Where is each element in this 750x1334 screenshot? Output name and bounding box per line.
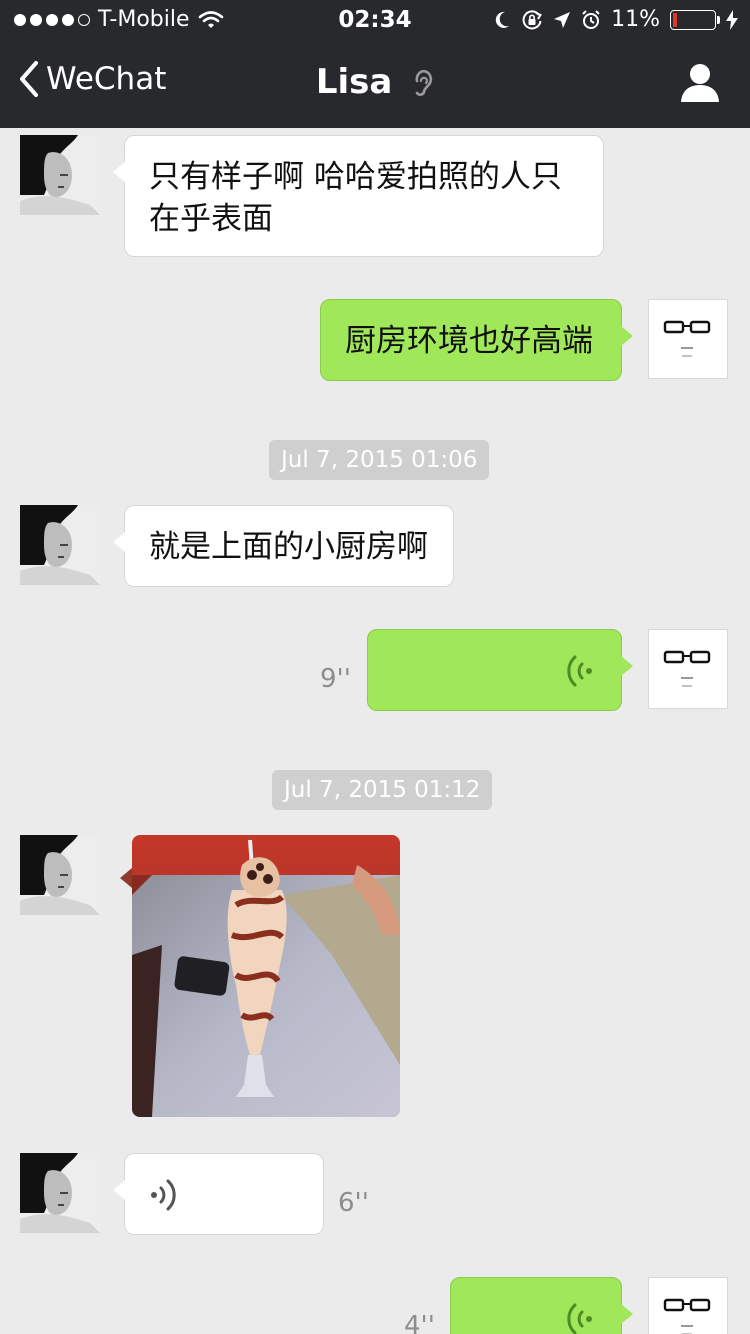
avatar-lisa[interactable] bbox=[20, 505, 100, 585]
voice-wave-icon bbox=[567, 1303, 592, 1334]
battery-indicator bbox=[670, 9, 720, 30]
timestamp-label: Jul 7, 2015 01:12 bbox=[272, 770, 493, 810]
avatar-me[interactable] bbox=[648, 299, 728, 379]
avatar-lisa[interactable] bbox=[20, 135, 100, 215]
message-bubble-incoming[interactable]: 只有样子啊 哈哈爱拍照的人只 在乎表面 bbox=[113, 135, 604, 257]
message-bubble-incoming[interactable]: 就是上面的小厨房啊 bbox=[113, 505, 454, 587]
message-text: 在乎表面 bbox=[149, 201, 273, 237]
image-bubble-tail bbox=[120, 868, 132, 888]
profile-icon[interactable] bbox=[680, 62, 720, 102]
rotation-lock-icon bbox=[522, 9, 543, 29]
voice-wave-icon bbox=[567, 655, 592, 687]
avatar-lisa[interactable] bbox=[20, 835, 100, 915]
timestamp-label: Jul 7, 2015 01:06 bbox=[269, 440, 490, 480]
top-bar: T-Mobile 02:34 11% WeChat Lisa bbox=[0, 0, 750, 128]
contact-name: Lisa bbox=[315, 62, 393, 102]
sundae-photo[interactable] bbox=[132, 835, 400, 1117]
battery-percent: 11% bbox=[611, 7, 660, 32]
avatar-me[interactable] bbox=[648, 629, 728, 709]
message-text: 厨房环境也好高端 bbox=[345, 323, 593, 359]
alarm-icon bbox=[582, 9, 600, 29]
voice-wave-icon bbox=[151, 1179, 176, 1211]
chat-title: Lisa bbox=[0, 62, 750, 102]
message-text: 就是上面的小厨房啊 bbox=[149, 529, 428, 565]
message-text: 只有样子啊 哈哈爱拍照的人只 bbox=[149, 159, 562, 195]
avatar-lisa[interactable] bbox=[20, 1153, 100, 1233]
status-bar: T-Mobile 02:34 11% bbox=[0, 0, 750, 40]
earpiece-mode-icon bbox=[415, 69, 433, 96]
voice-duration: 9'' bbox=[320, 664, 351, 694]
location-arrow-icon bbox=[554, 11, 571, 28]
voice-message-outgoing[interactable] bbox=[450, 1277, 633, 1334]
voice-message-outgoing[interactable] bbox=[367, 629, 633, 711]
navigation-bar: WeChat Lisa bbox=[0, 40, 750, 128]
message-bubble-outgoing[interactable]: 厨房环境也好高端 bbox=[320, 299, 633, 381]
voice-duration: 6'' bbox=[338, 1188, 369, 1218]
voice-duration: 4'' bbox=[404, 1311, 435, 1334]
moon-icon bbox=[495, 11, 510, 28]
avatar-me[interactable] bbox=[648, 1277, 728, 1334]
voice-message-incoming[interactable] bbox=[113, 1153, 324, 1235]
charging-bolt-icon bbox=[726, 9, 738, 30]
